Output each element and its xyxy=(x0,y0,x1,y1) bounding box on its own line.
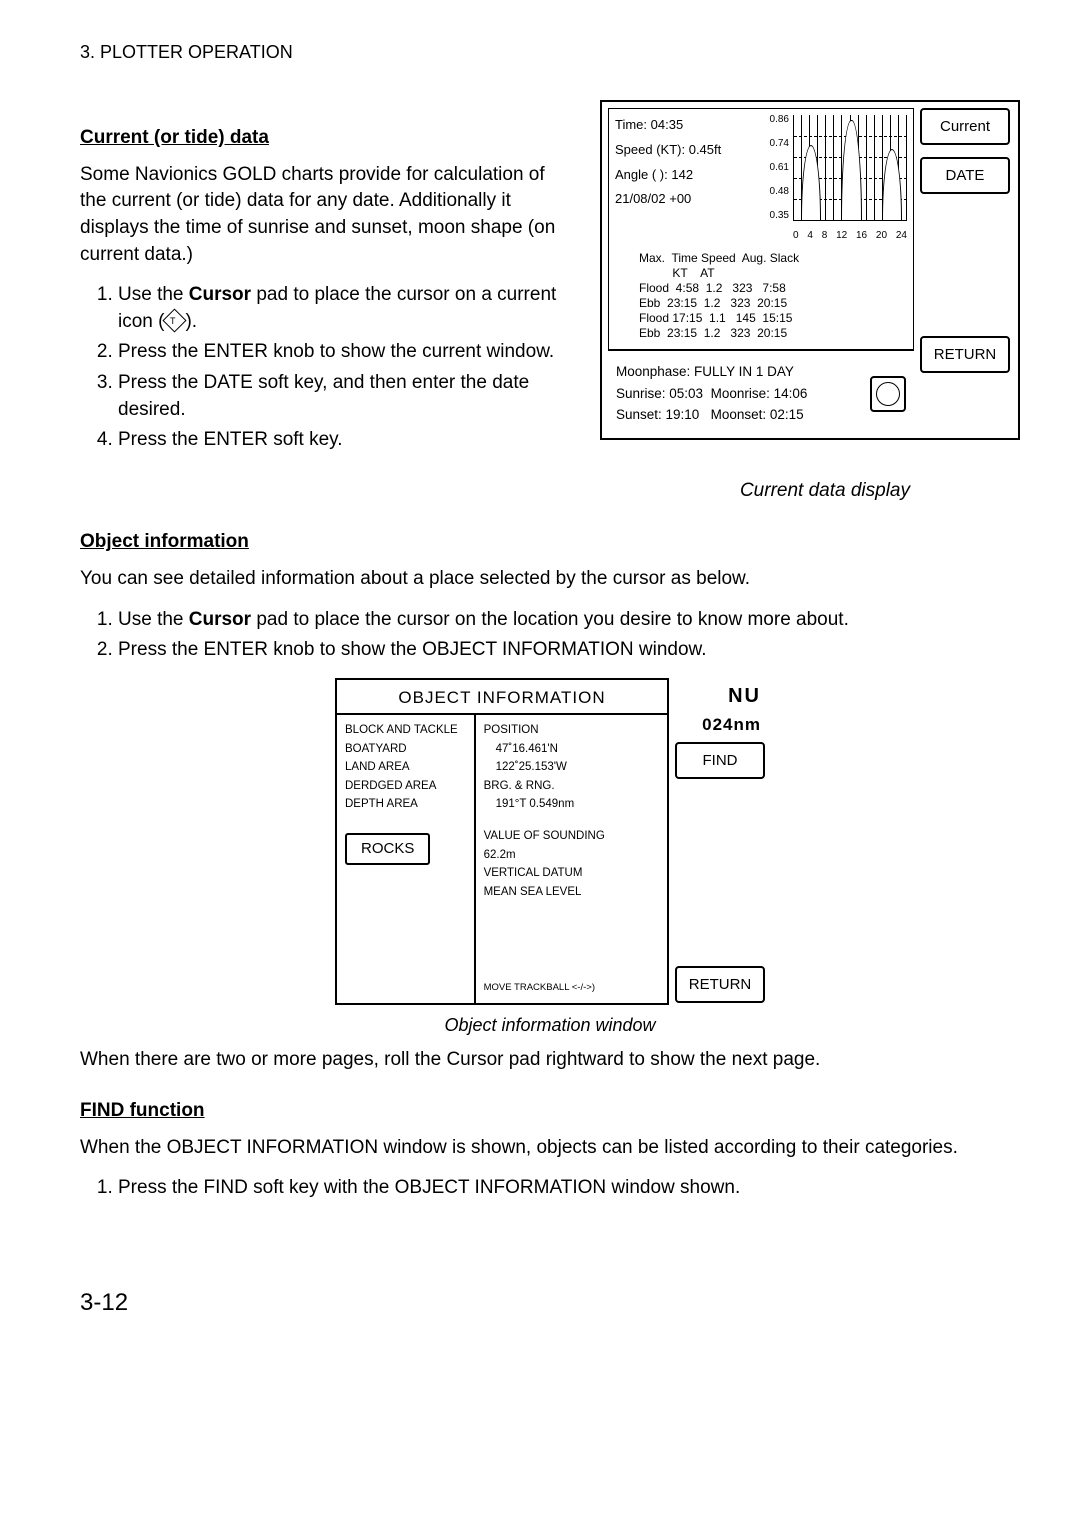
current-display: Time: 04:35 Speed (KT): 0.45ft Angle ( )… xyxy=(600,100,1020,440)
moon-info: Moonphase: FULLY IN 1 DAY Sunrise: 05:03… xyxy=(608,350,914,428)
find-steps: Press the FIND soft key with the OBJECT … xyxy=(80,1175,1020,1202)
object-info-display: OBJECT INFORMATION BLOCK AND TACKLE BOAT… xyxy=(335,678,765,1006)
find-intro: When the OBJECT INFORMATION window is sh… xyxy=(80,1135,1020,1162)
softkey-find[interactable]: FIND xyxy=(675,742,765,779)
softkey-return-2[interactable]: RETURN xyxy=(675,966,765,1003)
chart-plot-area xyxy=(793,115,907,221)
obj-window-title: OBJECT INFORMATION xyxy=(337,686,667,710)
obj-step-1: Use the Cursor pad to place the cursor o… xyxy=(118,607,1020,634)
obj-step-2: Press the ENTER knob to show the OBJECT … xyxy=(118,637,1020,664)
section-header: 3. PLOTTER OPERATION xyxy=(80,40,1020,65)
current-heading: Current (or tide) data xyxy=(80,125,570,152)
x-ticks: 0 4 8 12 16 20 24 xyxy=(793,229,907,243)
current-step-4: Press the ENTER soft key. xyxy=(118,427,570,454)
y-ticks: 0.86 0.74 0.61 0.48 0.35 xyxy=(763,113,789,223)
current-step-2: Press the ENTER knob to show the current… xyxy=(118,339,570,366)
obj-caption: Object information window xyxy=(80,1013,1020,1038)
softkey-current[interactable]: Current xyxy=(920,108,1010,145)
page-number: 3-12 xyxy=(80,1286,1020,1320)
current-icon xyxy=(163,308,187,332)
obj-move-hint: MOVE TRACKBALL <-/->) xyxy=(484,980,595,995)
current-step-1: Use the Cursor pad to place the cursor o… xyxy=(118,282,570,335)
obj-steps: Use the Cursor pad to place the cursor o… xyxy=(80,607,1020,664)
obj-after: When there are two or more pages, roll t… xyxy=(80,1047,1020,1074)
current-intro: Some Navionics GOLD charts provide for c… xyxy=(80,162,570,268)
current-chart-box: Time: 04:35 Speed (KT): 0.45ft Angle ( )… xyxy=(608,108,914,350)
current-mini-chart: 0.86 0.74 0.61 0.48 0.35 xyxy=(765,113,907,243)
current-step-3: Press the DATE soft key, and then enter … xyxy=(118,370,570,423)
current-caption: Current data display xyxy=(80,478,1020,505)
obj-range: 024nm xyxy=(675,713,765,737)
obj-details: POSITION 47˚16.461'N 122˚25.153'W BRG. &… xyxy=(476,715,667,1003)
obj-heading: Object information xyxy=(80,529,1020,556)
current-steps: Use the Cursor pad to place the cursor o… xyxy=(80,282,570,454)
find-step-1: Press the FIND soft key with the OBJECT … xyxy=(118,1175,1020,1202)
obj-selected[interactable]: ROCKS xyxy=(345,833,430,865)
tide-table: Max. Time Speed Aug. Slack KT AT Flood 4… xyxy=(615,243,907,343)
moon-icon xyxy=(870,376,906,412)
softkey-date[interactable]: DATE xyxy=(920,157,1010,194)
obj-intro: You can see detailed information about a… xyxy=(80,566,1020,593)
find-heading: FIND function xyxy=(80,1098,1020,1125)
obj-nu: NU xyxy=(675,686,765,707)
current-info: Time: 04:35 Speed (KT): 0.45ft Angle ( )… xyxy=(615,113,755,243)
obj-category-list: BLOCK AND TACKLE BOATYARD LAND AREA DERD… xyxy=(337,715,476,1003)
softkey-return[interactable]: RETURN xyxy=(920,336,1010,373)
